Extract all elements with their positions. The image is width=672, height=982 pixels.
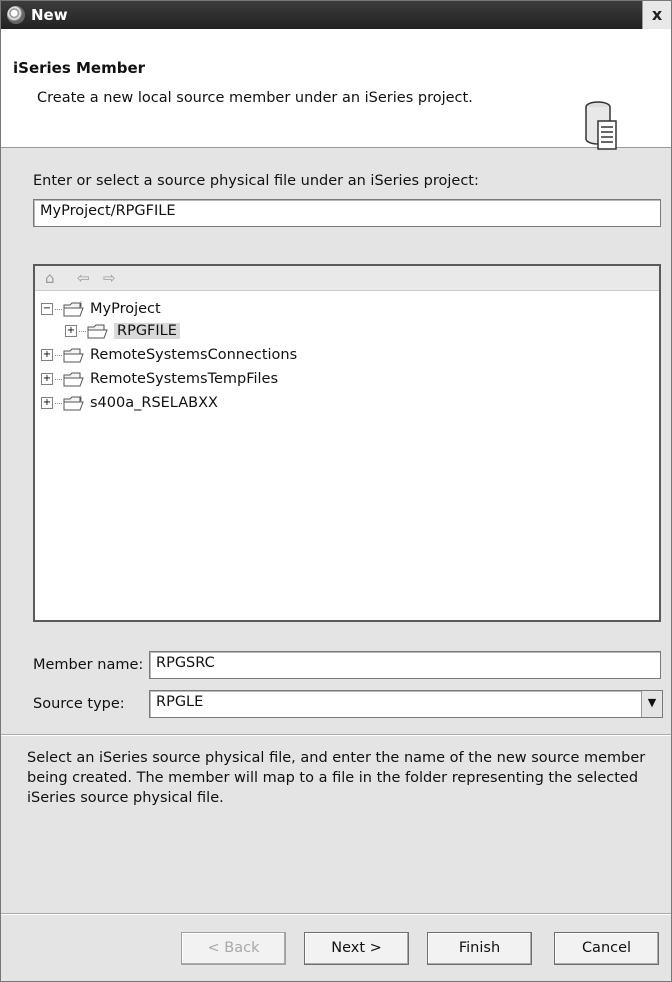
eclipse-app-icon — [7, 6, 25, 24]
close-button[interactable]: x — [642, 1, 671, 29]
folder-icon — [63, 372, 84, 387]
help-text: Select an iSeries source physical file, … — [27, 750, 646, 806]
wizard-header: iSeries Member Create a new local source… — [1, 29, 671, 150]
separator — [1, 913, 671, 915]
tree-item-rpgfile[interactable]: + RPGFILE — [65, 320, 180, 342]
expand-icon[interactable]: + — [41, 349, 53, 361]
svg-text:i: i — [80, 395, 82, 403]
expand-icon[interactable]: + — [41, 397, 53, 409]
home-icon[interactable]: ⌂ — [45, 269, 55, 287]
tree-item-label: s400a_RSELABXX — [90, 395, 218, 411]
folder-icon — [63, 348, 84, 363]
window-title: New — [31, 6, 68, 24]
cancel-button[interactable]: Cancel — [554, 932, 659, 965]
project-folder-icon: i — [63, 395, 84, 411]
collapse-icon[interactable]: − — [41, 303, 53, 315]
new-wizard-dialog: New x iSeries Member Create a new local … — [0, 0, 672, 982]
source-type-value: RPGLE — [156, 694, 204, 710]
chevron-down-icon[interactable]: ▼ — [641, 691, 662, 717]
project-tree[interactable]: ⌂ ⇦ ⇨ − i MyProject + RPGFILE + RemoteSy… — [33, 264, 661, 622]
forward-arrow-icon[interactable]: ⇨ — [103, 269, 116, 287]
member-name-input[interactable]: RPGSRC — [149, 651, 661, 679]
page-description: Create a new local source member under a… — [37, 90, 473, 106]
project-folder-icon: i — [63, 301, 84, 317]
expand-icon[interactable]: + — [41, 373, 53, 385]
source-type-label: Source type: — [33, 696, 125, 712]
tree-item-myproject[interactable]: − i MyProject — [41, 298, 161, 320]
back-arrow-icon[interactable]: ⇦ — [77, 269, 90, 287]
tree-item-remotesystemstempfiles[interactable]: + RemoteSystemsTempFiles — [41, 368, 278, 390]
separator — [1, 734, 671, 736]
tree-toolbar: ⌂ ⇦ ⇨ — [35, 266, 659, 291]
source-type-select[interactable]: RPGLE ▼ — [149, 690, 663, 718]
title-bar[interactable]: New x — [1, 1, 671, 29]
next-button[interactable]: Next > — [304, 932, 409, 965]
source-file-input[interactable]: MyProject/RPGFILE — [33, 199, 661, 227]
tree-item-label: MyProject — [90, 301, 161, 317]
tree-item-label: RPGFILE — [114, 323, 180, 339]
finish-button[interactable]: Finish — [427, 932, 532, 965]
page-title: iSeries Member — [13, 59, 146, 77]
tree-item-remotesystemsconnections[interactable]: + RemoteSystemsConnections — [41, 344, 297, 366]
folder-icon — [87, 324, 108, 339]
source-file-prompt: Enter or select a source physical file u… — [33, 173, 479, 189]
expand-icon[interactable]: + — [65, 325, 77, 337]
tree-item-label: RemoteSystemsConnections — [90, 347, 298, 363]
database-document-icon — [585, 101, 617, 150]
svg-text:i: i — [80, 301, 82, 309]
back-button[interactable]: < Back — [181, 932, 286, 965]
tree-item-label: RemoteSystemsTempFiles — [90, 371, 279, 387]
member-name-label: Member name: — [33, 657, 144, 673]
tree-item-s400a-rselabxx[interactable]: + i s400a_RSELABXX — [41, 392, 218, 414]
